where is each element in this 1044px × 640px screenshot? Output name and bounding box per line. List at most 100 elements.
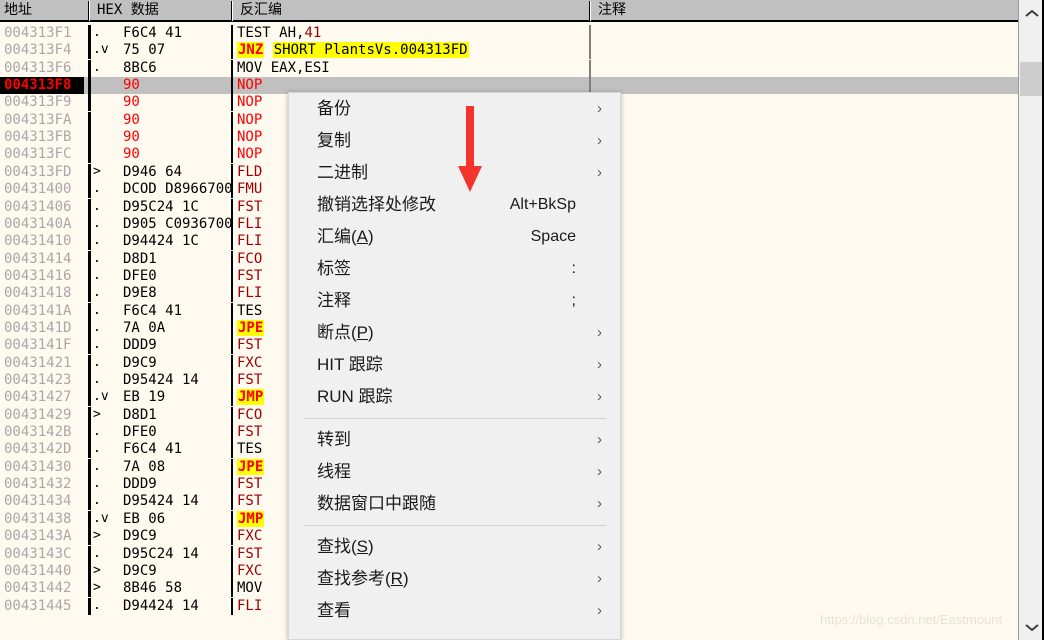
row-hex-bytes[interactable]: D8D1 [123, 251, 228, 268]
row-hex-bytes[interactable]: DFE0 [123, 268, 228, 285]
row-comment[interactable] [595, 493, 1015, 510]
scroll-up-icon[interactable] [1019, 0, 1044, 26]
row-hex-bytes[interactable]: D9C9 [123, 355, 228, 372]
row-comment[interactable] [595, 77, 1015, 94]
row-address[interactable]: 00431438 [0, 511, 84, 528]
row-address[interactable]: 004313FD [0, 164, 84, 181]
row-address[interactable]: 00431445 [0, 598, 84, 615]
row-comment[interactable] [595, 303, 1015, 320]
row-address[interactable]: 00431427 [0, 389, 84, 406]
row-comment[interactable] [595, 216, 1015, 233]
row-address[interactable]: 004313FC [0, 146, 84, 163]
row-hex-bytes[interactable]: D95C24 14 [123, 546, 228, 563]
row-hex-bytes[interactable]: DCOD D8966700 [123, 181, 233, 198]
row-hex-bytes[interactable]: D94424 14 [123, 598, 228, 615]
row-hex-bytes[interactable]: F6C4 41 [123, 441, 228, 458]
row-hex-bytes[interactable]: D946 64 [123, 164, 228, 181]
row-hex-bytes[interactable]: 90 [123, 129, 228, 146]
disassembly-row[interactable]: 004313F6. 8BC6 MOV EAX,ESI [0, 59, 1018, 77]
row-hex-bytes[interactable]: 75 07 [123, 42, 228, 59]
row-disassembly[interactable]: MOV EAX,ESI [237, 60, 587, 77]
row-comment[interactable] [595, 355, 1015, 372]
menu-item[interactable]: 查找(S) › [289, 531, 620, 563]
row-address[interactable]: 004313F8 [0, 77, 84, 95]
row-comment[interactable] [595, 42, 1015, 59]
row-hex-bytes[interactable]: D95424 14 [123, 372, 228, 389]
row-hex-bytes[interactable]: 8BC6 [123, 60, 228, 77]
row-hex-bytes[interactable]: D95424 14 [123, 493, 228, 510]
menu-item[interactable]: 转到 › [289, 424, 620, 456]
row-address[interactable]: 00431423 [0, 372, 84, 389]
menu-item[interactable]: 线程 › [289, 456, 620, 488]
row-hex-bytes[interactable]: D94424 1C [123, 233, 228, 250]
row-hex-bytes[interactable]: 90 [123, 146, 228, 163]
row-comment[interactable] [595, 199, 1015, 216]
row-address[interactable]: 004313F6 [0, 60, 84, 77]
row-comment[interactable] [595, 441, 1015, 458]
row-address[interactable]: 00431414 [0, 251, 84, 268]
row-comment[interactable] [595, 528, 1015, 545]
row-address[interactable]: 0043142B [0, 424, 84, 441]
header-separator-2[interactable] [231, 1, 233, 21]
row-hex-bytes[interactable]: EB 06 [123, 511, 228, 528]
header-separator-1[interactable] [88, 1, 90, 21]
row-address[interactable]: 00431410 [0, 233, 84, 250]
row-hex-bytes[interactable]: D95C24 1C [123, 199, 228, 216]
row-hex-bytes[interactable]: EB 19 [123, 389, 228, 406]
column-header-comment[interactable]: 注释 [594, 0, 1014, 22]
row-hex-bytes[interactable]: D905 C0936700 [123, 216, 233, 233]
row-address[interactable]: 00431400 [0, 181, 84, 198]
row-hex-bytes[interactable]: F6C4 41 [123, 25, 228, 42]
row-hex-bytes[interactable]: F6C4 41 [123, 303, 228, 320]
row-disassembly[interactable]: JNZ SHORT PlantsVs.004313FD [237, 42, 587, 59]
row-comment[interactable] [595, 424, 1015, 441]
menu-item[interactable]: 查找参考(R) › [289, 563, 620, 595]
row-address[interactable]: 00431440 [0, 563, 84, 580]
menu-item[interactable]: 查看 › [289, 595, 620, 627]
row-hex-bytes[interactable]: D8D1 [123, 407, 228, 424]
row-address[interactable]: 00431430 [0, 459, 84, 476]
row-address[interactable]: 0043143C [0, 546, 84, 563]
row-comment[interactable] [595, 476, 1015, 493]
row-address[interactable]: 0043143A [0, 528, 84, 545]
scroll-down-icon[interactable] [1019, 614, 1044, 640]
column-header-hex[interactable]: HEX 数据 [93, 0, 229, 22]
row-comment[interactable] [595, 389, 1015, 406]
row-comment[interactable] [595, 146, 1015, 163]
row-address[interactable]: 00431418 [0, 285, 84, 302]
row-address[interactable]: 0043141F [0, 337, 84, 354]
row-hex-bytes[interactable]: D9C9 [123, 528, 228, 545]
row-comment[interactable] [595, 94, 1015, 111]
row-address[interactable]: 004313FB [0, 129, 84, 146]
row-hex-bytes[interactable]: D9E8 [123, 285, 228, 302]
row-comment[interactable] [595, 268, 1015, 285]
row-comment[interactable] [595, 546, 1015, 563]
row-hex-bytes[interactable]: 7A 0A [123, 320, 228, 337]
row-comment[interactable] [595, 580, 1015, 597]
menu-item[interactable]: 数据窗口中跟随 › [289, 488, 620, 520]
column-header-address[interactable]: 地址 [0, 0, 88, 22]
vertical-scrollbar[interactable] [1018, 0, 1044, 640]
menu-item[interactable]: 标签: [289, 253, 620, 285]
row-comment[interactable] [595, 459, 1015, 476]
row-comment[interactable] [595, 320, 1015, 337]
row-comment[interactable] [595, 407, 1015, 424]
row-address[interactable]: 00431421 [0, 355, 84, 372]
row-hex-bytes[interactable]: DDD9 [123, 476, 228, 493]
row-hex-bytes[interactable]: 90 [123, 94, 228, 111]
row-address[interactable]: 0043140A [0, 216, 84, 233]
row-hex-bytes[interactable]: 7A 08 [123, 459, 228, 476]
row-comment[interactable] [595, 60, 1015, 77]
menu-item[interactable]: 注释; [289, 285, 620, 317]
row-hex-bytes[interactable]: 90 [123, 112, 228, 129]
row-address[interactable]: 004313FA [0, 112, 84, 129]
row-address[interactable]: 004313F9 [0, 94, 84, 111]
row-address[interactable]: 0043141D [0, 320, 84, 337]
row-comment[interactable] [595, 511, 1015, 528]
row-hex-bytes[interactable]: D9C9 [123, 563, 228, 580]
row-address[interactable]: 00431434 [0, 493, 84, 510]
row-address[interactable]: 00431406 [0, 199, 84, 216]
disassembly-row[interactable]: 004313F1. F6C4 41 TEST AH,41 [0, 25, 1018, 42]
row-address[interactable]: 00431432 [0, 476, 84, 493]
row-comment[interactable] [595, 233, 1015, 250]
